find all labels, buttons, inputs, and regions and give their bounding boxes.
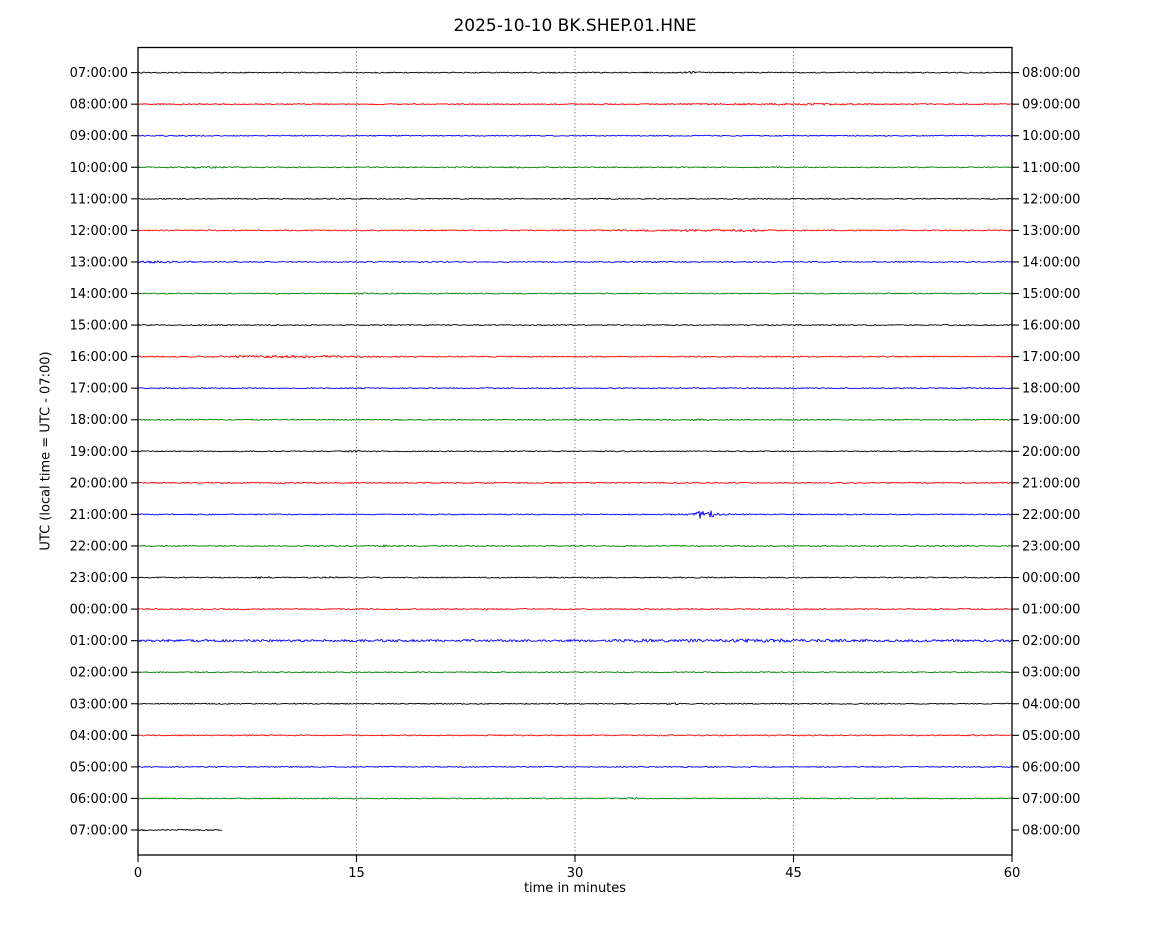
right-time-tick-label: 01:00:00	[1022, 603, 1080, 618]
left-time-tick-label: 06:00:00	[70, 792, 128, 807]
x-tick-label: 0	[134, 866, 142, 881]
left-time-tick-label: 14:00:00	[70, 287, 128, 302]
right-time-tick-label: 11:00:00	[1022, 161, 1080, 176]
left-time-tick-label: 00:00:00	[70, 603, 128, 618]
left-time-tick-label: 09:00:00	[70, 129, 128, 144]
left-time-tick-label: 15:00:00	[70, 319, 128, 334]
left-time-tick-label: 07:00:00	[70, 824, 128, 839]
right-time-tick-label: 10:00:00	[1022, 129, 1080, 144]
helicorder-svg: 07:00:00 08:00:00 08:00:00 09:00:00 09:00:00…	[70, 46, 1080, 881]
left-time-tick-label: 01:00:00	[70, 634, 128, 649]
left-time-tick-label: 03:00:00	[70, 697, 128, 712]
right-time-tick-label: 15:00:00	[1022, 287, 1080, 302]
left-time-tick-label: 04:00:00	[70, 729, 128, 744]
x-tick-label: 45	[785, 866, 802, 881]
right-time-tick-label: 03:00:00	[1022, 666, 1080, 681]
left-time-tick-label: 12:00:00	[70, 224, 128, 239]
right-time-tick-label: 13:00:00	[1022, 224, 1080, 239]
right-time-tick-label: 06:00:00	[1022, 760, 1080, 775]
left-time-tick-label: 23:00:00	[70, 571, 128, 586]
x-tick-label: 30	[567, 866, 584, 881]
right-time-tick-label: 02:00:00	[1022, 634, 1080, 649]
right-time-tick-label: 17:00:00	[1022, 350, 1080, 365]
left-time-tick-label: 02:00:00	[70, 666, 128, 681]
left-time-tick-label: 18:00:00	[70, 413, 128, 428]
right-time-tick-label: 04:00:00	[1022, 697, 1080, 712]
left-time-tick-label: 05:00:00	[70, 760, 128, 775]
x-tick-label: 60	[1004, 866, 1021, 881]
trace-layer	[137, 70, 1013, 832]
right-time-tick-label: 16:00:00	[1022, 319, 1080, 334]
right-time-tick-label: 08:00:00	[1022, 66, 1080, 81]
left-time-tick-label: 16:00:00	[70, 350, 128, 365]
left-time-tick-label: 19:00:00	[70, 445, 128, 460]
right-time-tick-label: 18:00:00	[1022, 382, 1080, 397]
right-time-tick-label: 05:00:00	[1022, 729, 1080, 744]
right-time-tick-label: 20:00:00	[1022, 445, 1080, 460]
left-time-tick-label: 22:00:00	[70, 539, 128, 554]
right-time-tick-label: 07:00:00	[1022, 792, 1080, 807]
left-time-tick-label: 20:00:00	[70, 476, 128, 491]
left-time-tick-label: 07:00:00	[70, 66, 128, 81]
helicorder-figure: 2025-10-10 BK.SHEP.01.HNE UTC (local tim…	[0, 0, 1150, 950]
right-time-tick-label: 12:00:00	[1022, 192, 1080, 207]
left-time-tick-label: 11:00:00	[70, 192, 128, 207]
right-time-tick-label: 22:00:00	[1022, 508, 1080, 523]
left-time-tick-label: 13:00:00	[70, 255, 128, 270]
right-time-tick-label: 14:00:00	[1022, 255, 1080, 270]
left-time-tick-label: 21:00:00	[70, 508, 128, 523]
left-time-tick-label: 17:00:00	[70, 382, 128, 397]
right-time-tick-label: 00:00:00	[1022, 571, 1080, 586]
left-time-tick-label: 08:00:00	[70, 98, 128, 113]
right-time-tick-label: 21:00:00	[1022, 476, 1080, 491]
right-time-tick-label: 23:00:00	[1022, 539, 1080, 554]
right-time-tick-label: 19:00:00	[1022, 413, 1080, 428]
left-time-tick-label: 10:00:00	[70, 161, 128, 176]
right-time-tick-label: 08:00:00	[1022, 824, 1080, 839]
x-axis-label: time in minutes	[523, 881, 627, 896]
x-tick-label: 15	[348, 866, 365, 881]
right-time-tick-label: 09:00:00	[1022, 98, 1080, 113]
